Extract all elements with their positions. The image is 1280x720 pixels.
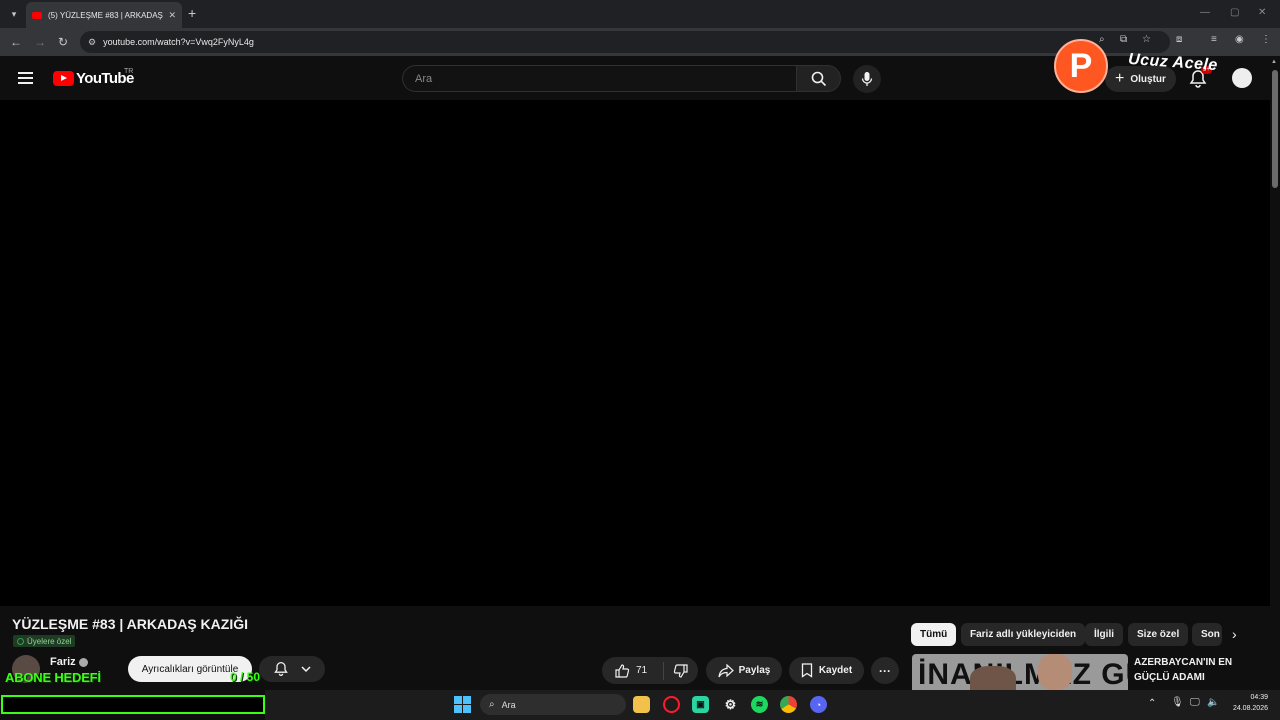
share-button[interactable]: Paylaş [706, 657, 782, 684]
more-horizontal-icon: ··· [879, 663, 891, 678]
youtube-logo[interactable]: YouTube [53, 70, 134, 87]
bookmark-star-icon[interactable]: ☆ [1142, 34, 1151, 45]
reload-icon[interactable]: ↻ [58, 34, 68, 50]
members-only-badge: Üyelere özel [13, 635, 76, 647]
media-control-icon[interactable]: ≡ [1211, 34, 1217, 45]
youtube-favicon-icon [32, 11, 42, 19]
zoom-icon[interactable]: ⌕ [1099, 34, 1105, 45]
bookmark-icon [801, 663, 812, 678]
tab-search-icon[interactable]: ▾ [6, 6, 22, 22]
menu-icon[interactable] [18, 72, 33, 84]
window-close-icon[interactable]: ✕ [1258, 7, 1266, 18]
cast-icon[interactable]: ⧉ [1120, 34, 1127, 45]
chevron-down-icon [300, 666, 311, 673]
windows-start-icon[interactable] [454, 696, 471, 713]
search-icon [811, 71, 826, 86]
scroll-up-icon[interactable]: ▲ [1271, 59, 1277, 65]
video-title: YÜZLEŞME #83 | ARKADAŞ KAZIĞI [12, 616, 248, 632]
search-box [402, 65, 796, 92]
file-explorer-icon[interactable] [633, 696, 650, 713]
profile-icon[interactable]: ◉ [1235, 34, 1244, 45]
subscriber-goal-label: ABONE HEDEFİ [5, 670, 101, 685]
steam-icon[interactable]: ⚙ [722, 696, 739, 713]
channel-name[interactable]: Fariz [50, 656, 76, 668]
spotify-icon[interactable]: ≋ [751, 696, 768, 713]
opera-icon[interactable] [663, 696, 680, 713]
tab-title: (5) YÜZLEŞME #83 | ARKADAŞ KAZIĞI - YouT… [48, 10, 164, 20]
minimize-icon[interactable]: — [1200, 7, 1210, 18]
account-avatar[interactable] [1232, 68, 1252, 88]
thumbs-down-icon [673, 663, 688, 678]
microphone-icon [861, 72, 873, 86]
create-label: Oluştur [1130, 73, 1166, 85]
volume-icon[interactable]: 🔈 [1207, 697, 1219, 708]
browser-menu-icon[interactable]: ⋮ [1261, 34, 1271, 45]
network-icon[interactable]: 🖵 [1190, 697, 1200, 708]
dislike-button[interactable] [664, 663, 698, 679]
forward-icon[interactable]: → [34, 34, 46, 50]
clock-time[interactable]: 04:39 [1230, 694, 1268, 701]
related-video-title[interactable]: AZERBAYCAN'IN EN GÜÇLÜ ADAMI [1134, 655, 1264, 685]
thumbnail-text: İNANILMAZ GÜÇ [918, 658, 1128, 690]
members-only-label: Üyelere özel [27, 636, 72, 646]
new-tab-icon[interactable]: + [188, 5, 196, 21]
windows-taskbar [265, 690, 1280, 720]
chip-all[interactable]: Tümü [911, 623, 957, 646]
save-button[interactable]: Kaydet [789, 657, 864, 684]
search-button[interactable] [796, 65, 841, 92]
site-info-icon[interactable]: ⚙ [88, 37, 96, 48]
search-input[interactable] [403, 66, 796, 91]
chip-related[interactable]: İlgili [1085, 623, 1123, 646]
maximize-icon[interactable]: ▢ [1230, 7, 1239, 18]
chrome-icon[interactable] [780, 696, 797, 713]
save-label: Kaydet [818, 665, 853, 676]
share-icon [718, 663, 734, 677]
chevron-right-icon[interactable]: › [1232, 626, 1237, 642]
microphone-tray-icon[interactable]: 🎙 [1171, 697, 1184, 708]
clock-date[interactable]: 24.08.2026 [1222, 705, 1268, 712]
voice-search-button[interactable] [853, 65, 881, 93]
youtube-play-icon [53, 71, 74, 86]
video-player[interactable] [0, 100, 1270, 606]
thumbnail-person [970, 666, 1016, 690]
members-icon [17, 637, 24, 645]
url-text[interactable]: youtube.com/watch?v=Vwq2FyNyL4g [103, 37, 254, 47]
plus-icon: + [1115, 70, 1125, 87]
share-label: Paylaş [738, 665, 771, 676]
subscriber-goal-value: 0 / 50 [230, 670, 261, 684]
discord-icon[interactable]: ◔ [810, 696, 827, 713]
related-video-thumbnail[interactable]: İNANILMAZ GÜÇ [912, 654, 1128, 690]
taskbar-search-label: Ara [501, 699, 516, 710]
verified-icon [79, 658, 88, 667]
url-field[interactable]: ⚙ youtube.com/watch?v=Vwq2FyNyL4g [80, 31, 1170, 53]
extensions-icon[interactable]: ⧈ [1176, 34, 1182, 45]
like-button[interactable]: 71 [602, 661, 664, 680]
back-icon[interactable]: ← [10, 34, 22, 50]
more-actions-button[interactable]: ··· [871, 657, 899, 684]
thumbs-up-icon [615, 663, 630, 678]
search-icon: ⌕ [489, 699, 495, 710]
chip-recent[interactable]: Son [1192, 623, 1222, 646]
like-count: 71 [636, 665, 648, 676]
chip-from-uploader[interactable]: Fariz adlı yükleyiciden [961, 623, 1086, 646]
app-icon[interactable]: ▣ [692, 696, 709, 713]
tray-overflow-icon[interactable]: ⌃ [1148, 698, 1156, 709]
region-code: TR [124, 68, 134, 75]
bell-icon [273, 661, 288, 676]
like-dislike-group: 71 [602, 657, 698, 684]
tab-youtube[interactable]: (5) YÜZLEŞME #83 | ARKADAŞ KAZIĞI - YouT… [26, 2, 182, 28]
notification-preference-button[interactable] [259, 656, 325, 682]
tab-close-icon[interactable]: ✕ [168, 10, 176, 21]
thumbnail-person [1038, 654, 1072, 690]
overlay-logo-letter: P [1069, 46, 1093, 85]
browser-tabbar: ▾ (5) YÜZLEŞME #83 | ARKADAŞ KAZIĞI - Yo… [0, 0, 1280, 28]
subscriber-goal-bar [1, 695, 265, 714]
scrollbar-thumb[interactable] [1272, 70, 1278, 188]
overlay-logo: P [1054, 39, 1108, 93]
chip-for-you[interactable]: Size özel [1128, 623, 1189, 646]
taskbar-search[interactable]: ⌕ Ara [480, 694, 626, 715]
